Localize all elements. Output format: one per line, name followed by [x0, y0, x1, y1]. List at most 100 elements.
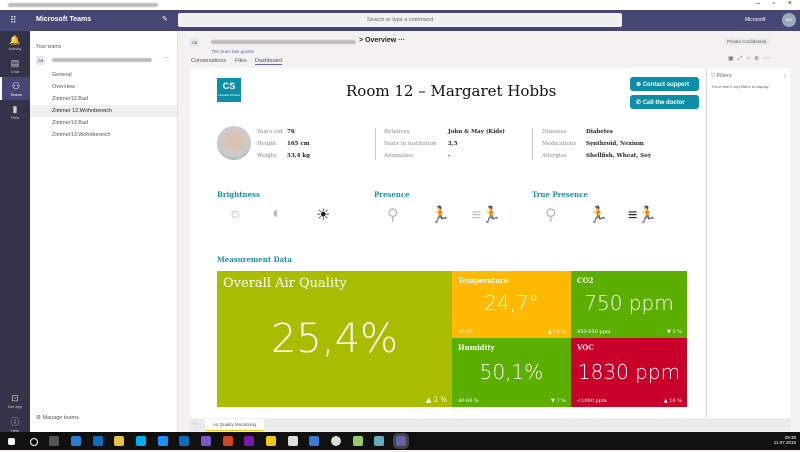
rail-get-app[interactable]: ⊡ Get app [0, 389, 30, 412]
powerpoint-icon[interactable] [222, 436, 233, 446]
fast-running-icon: ≡🏃 [472, 207, 502, 224]
tab-dashboard[interactable]: Dashboard [255, 58, 282, 65]
explorer-icon[interactable] [114, 436, 125, 446]
tile-temperature[interactable]: Temperature 24,7° 16-25° ▲ 18 % [452, 271, 571, 338]
channel-zimmer12-wohnbereich[interactable]: Zimmer 12.Wohnbereich [30, 105, 177, 117]
channel-zimmer12-bad[interactable]: Zimmer12.Bad [30, 93, 177, 105]
page-title: Room 12 – Margaret Hobbs [346, 82, 557, 100]
info-group-family: Relatives John & May (Kids) Years in inst… [384, 129, 505, 159]
org-switcher[interactable]: Microsoft [745, 17, 765, 23]
rail-teams[interactable]: ⚇ Teams [0, 77, 30, 100]
app-icon[interactable] [331, 436, 342, 446]
team-name-blurred [52, 58, 152, 62]
your-teams-heading: Your teams [36, 44, 62, 50]
phone-icon: ✆ [636, 100, 643, 106]
app-icon[interactable] [309, 436, 320, 446]
page-nav-arrows[interactable]: ‹ › [193, 421, 198, 427]
maximize-button[interactable]: ▫ [773, 0, 775, 7]
running-person-icon: 🏃 [430, 207, 450, 224]
teams-icon: ⚇ [11, 81, 21, 91]
system-clock[interactable]: 09:38 11.07.2019 [774, 435, 796, 445]
window-titlebar: – ▫ × [0, 0, 800, 10]
download-icon: ⊡ [11, 393, 19, 403]
tile-overall-air-quality[interactable]: Overall Air Quality 25,4% ▲ 2 % [217, 271, 452, 407]
patient-photo [217, 126, 251, 160]
manage-teams-button[interactable]: ⚙ Manage teams [36, 415, 79, 421]
window-title-blurred [8, 3, 158, 7]
channel-badge: C6 [190, 38, 200, 47]
teams-taskbar-icon[interactable] [393, 433, 410, 449]
channel-zimmer13-wohnbereich[interactable]: Zimmer13.Wohnbereich [30, 129, 177, 141]
rail-activity[interactable]: 🔔 Activity [0, 31, 30, 54]
file-icon: ▮ [12, 104, 18, 114]
sun-medium-icon: ◐ [272, 205, 282, 222]
edge-icon[interactable] [157, 436, 168, 446]
outlook-icon[interactable] [92, 436, 103, 446]
rail-chat[interactable]: ▤ Chat [0, 54, 30, 77]
channel-title: > Overview ··· [359, 37, 406, 44]
task-view-icon[interactable] [49, 436, 60, 446]
channel-general[interactable]: General [30, 69, 177, 81]
rail-files[interactable]: ▮ Files [0, 100, 30, 123]
person-icon: ⚲ [545, 207, 557, 224]
app-grid-icon[interactable]: ⠿ [10, 15, 17, 26]
tile-co2[interactable]: CO2 750 ppm 450-850 ppm ▼ 5 % [571, 271, 687, 338]
person-icon: ⚲ [387, 207, 399, 224]
outlook-icon[interactable] [179, 436, 190, 446]
team-badge: C6 [36, 56, 46, 65]
channel-more-button[interactable]: ··· [398, 37, 405, 44]
contact-support-button[interactable]: ⊕ Contact support [630, 77, 699, 91]
report-page-tab[interactable]: Air Quality Monitoring [205, 419, 265, 431]
team-name-blurred [211, 40, 356, 44]
search-icon[interactable] [29, 438, 38, 446]
app-icon[interactable] [374, 436, 385, 446]
skype-icon[interactable] [136, 436, 147, 446]
tile-voc[interactable]: VOC 1830 ppm <1000 ppm ▲ 16 % [571, 338, 687, 407]
channel-zimmer13-bad[interactable]: Zimmer13.Bad [30, 117, 177, 129]
avatar[interactable]: MG [782, 13, 796, 27]
classification-label: Private Confidential [724, 38, 770, 45]
rail-help[interactable]: ⓘ Help [0, 411, 30, 434]
filters-pane: ▽ Filters › There aren't any filters to d… [706, 68, 790, 418]
brightness-heading: Brightness [217, 190, 260, 199]
help-icon: ⓘ [10, 417, 20, 427]
divider [375, 128, 376, 160]
report-pages-bar: ‹ › Air Quality Monitoring [190, 419, 790, 431]
true-presence-heading: True Presence [532, 190, 588, 199]
minimize-button[interactable]: – [756, 0, 760, 7]
filters-empty: There aren't any filters to display. [711, 84, 770, 89]
divider [532, 128, 533, 160]
sun-low-icon: ☼ [228, 205, 243, 222]
compose-icon[interactable]: ✎ [162, 15, 168, 23]
teams-sidebar: Your teams C6 ··· General Overview Zimme… [30, 31, 178, 432]
app-icon[interactable] [287, 436, 298, 446]
close-button[interactable]: × [788, 0, 792, 7]
tile-humidity[interactable]: Humidity 50,1% 40-60 % ▼ 7 % [452, 338, 571, 407]
app-icon[interactable] [352, 436, 363, 446]
start-icon[interactable] [8, 438, 15, 445]
channel-overview[interactable]: Overview [30, 81, 177, 93]
collapse-filters-button[interactable]: › [784, 73, 786, 79]
running-person-icon: 🏃 [588, 207, 608, 224]
windows-taskbar: 09:38 11.07.2019 [0, 432, 800, 450]
onenote-icon[interactable] [244, 436, 255, 446]
call-doctor-button[interactable]: ✆ Call the doctor [630, 95, 699, 109]
team-item[interactable]: C6 ··· [30, 53, 177, 69]
measurement-heading: Measurement Data [217, 255, 292, 264]
app-icon[interactable] [201, 436, 212, 446]
info-group-personal: Years old 76 Height 165 cm Weight 53,4 kg [257, 129, 310, 159]
tab-conversations[interactable]: Conversations [191, 58, 226, 64]
powerbi-icon[interactable] [266, 436, 277, 446]
presence-heading: Presence [374, 190, 410, 199]
filters-title: ▽ Filters › [711, 73, 786, 79]
team-more-button[interactable]: ··· [163, 55, 169, 61]
report-toolbar[interactable]: ▣⤢○⊕⋯ [728, 55, 773, 63]
bell-icon: 🔔 [9, 35, 21, 45]
tab-files[interactable]: Files [235, 58, 247, 64]
app-icon[interactable] [71, 436, 82, 446]
app-header: ⠿ Microsoft Teams ✎ Search or type a com… [0, 10, 800, 31]
sun-high-icon: ☀ [316, 207, 331, 224]
company-logo: CS Caretaker Solutions [217, 78, 241, 102]
search-input[interactable]: Search or type a command [178, 13, 622, 27]
app-rail: 🔔 Activity ▤ Chat ⚇ Teams ▮ Files ⊡ Get app ⓘ… [0, 31, 30, 434]
